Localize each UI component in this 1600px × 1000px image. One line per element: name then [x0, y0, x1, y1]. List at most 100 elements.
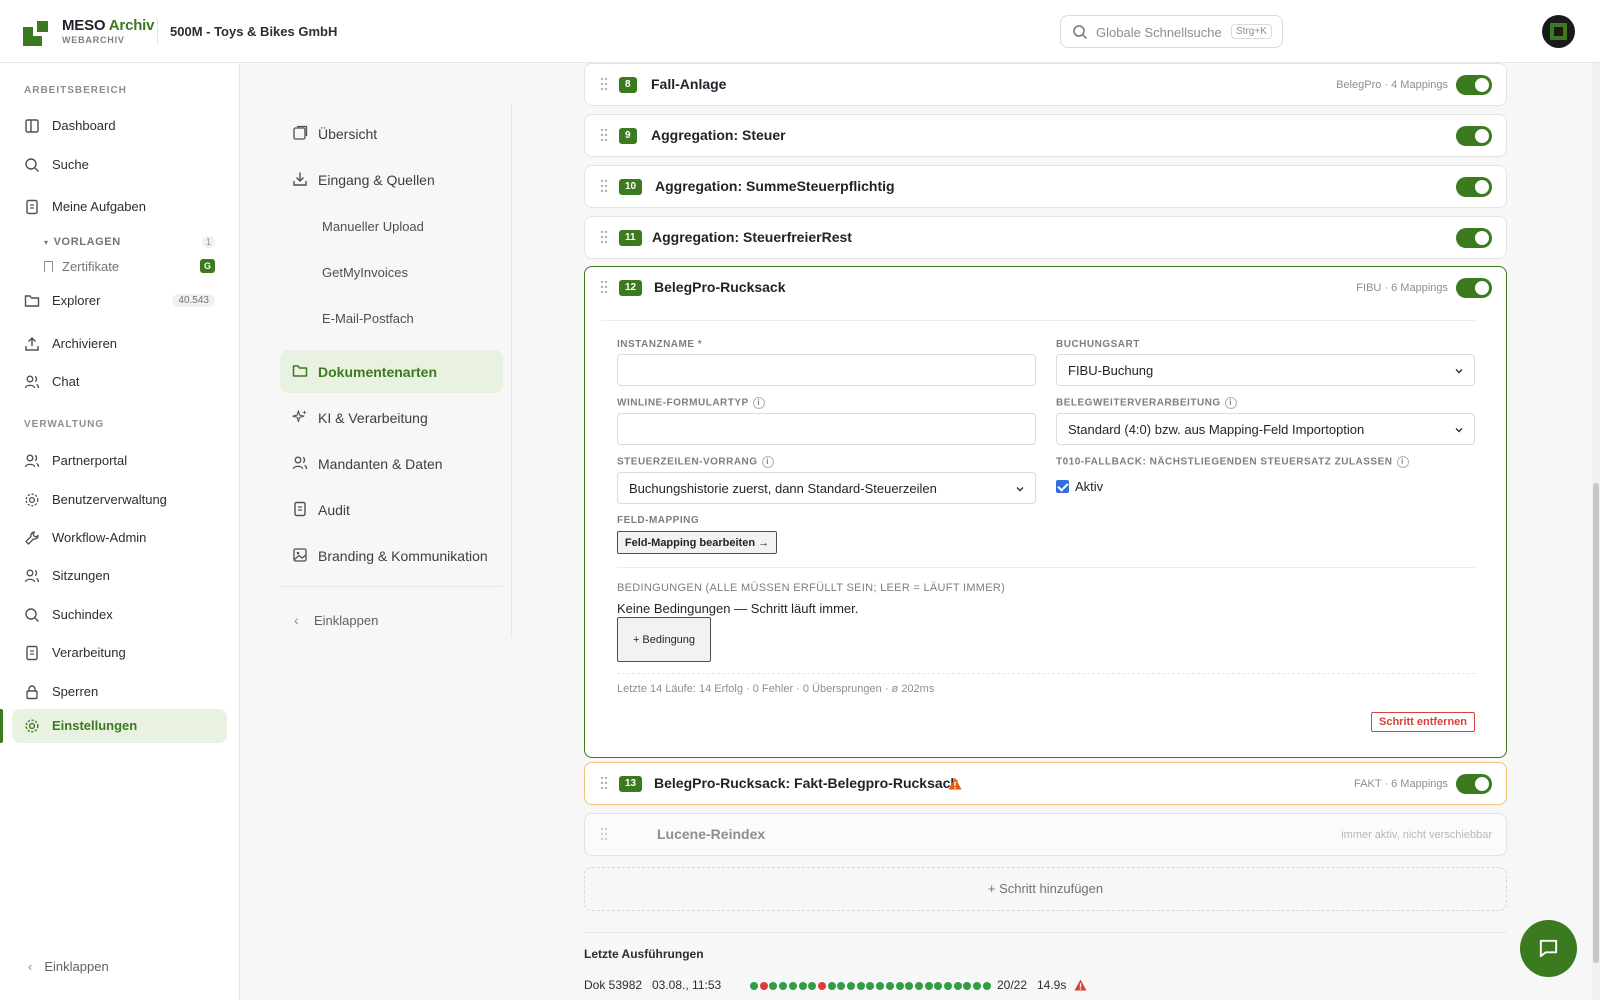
run-status-dot — [808, 982, 817, 990]
add-step-button[interactable]: + Schritt hinzufügen — [584, 867, 1507, 911]
step-enabled-toggle[interactable] — [1456, 228, 1492, 248]
sidebar-item-suche[interactable]: Suche — [12, 148, 227, 182]
step-card[interactable]: 9 Aggregation: Steuer — [584, 114, 1507, 157]
step-title: Fall-Anlage — [651, 76, 727, 92]
sidebar-item-einstellungen[interactable]: Einstellungen — [12, 709, 227, 743]
subnav-item-label: Audit — [318, 502, 350, 518]
subnav-item-email-postfach[interactable]: E-Mail-Postfach — [280, 297, 503, 340]
subnav-item-dokumentenarten[interactable]: Dokumentenarten — [280, 350, 503, 393]
sidebar-item-benutzerverwaltung[interactable]: Benutzerverwaltung — [12, 483, 227, 517]
run-ratio: 20/22 — [997, 978, 1028, 992]
step-card[interactable]: 11 Aggregation: SteuerfreierRest — [584, 216, 1507, 259]
window-icon — [293, 125, 308, 140]
step-enabled-toggle[interactable] — [1456, 774, 1492, 794]
instanzname-field[interactable] — [617, 354, 1036, 386]
fallback-checkbox[interactable] — [1056, 480, 1069, 493]
global-search-input[interactable]: Globale Schnellsuche Strg+K — [1060, 15, 1283, 48]
sidebar-collapse-button[interactable]: ‹ Einklappen — [28, 959, 109, 974]
run-status-dot — [963, 982, 972, 990]
status-badge: G — [200, 259, 215, 273]
winline-label-text: WINLINE-FORMULARTYP — [617, 397, 749, 409]
brand-sub: WEBARCHIV — [62, 35, 125, 45]
fallback-label: T010-FALLBACK: NÄCHSTLIEGENDEN STEUERSAT… — [1056, 456, 1409, 468]
drag-handle-icon[interactable] — [600, 128, 608, 142]
avatar[interactable] — [1542, 15, 1575, 48]
sidebar-item-archivieren[interactable]: Archivieren — [12, 327, 227, 361]
info-icon[interactable]: i — [1224, 397, 1237, 409]
sidebar-item-workflow-admin[interactable]: Workflow-Admin — [12, 521, 227, 555]
run-status-dot — [895, 982, 904, 990]
step-card[interactable]: 10 Aggregation: SummeSteuerpflichtig — [584, 165, 1507, 208]
fallback-label-text: T010-FALLBACK: NÄCHSTLIEGENDEN STEUERSAT… — [1056, 456, 1393, 468]
drag-handle-icon[interactable] — [600, 280, 608, 294]
step-enabled-toggle[interactable] — [1456, 177, 1492, 197]
scrollbar-thumb[interactable] — [1593, 483, 1599, 963]
run-status-dot — [934, 982, 943, 990]
subnav-item-eingang[interactable]: Eingang & Quellen — [280, 158, 503, 201]
sidebar-item-dashboard[interactable]: Dashboard — [12, 109, 227, 143]
subnav-item-uebersicht[interactable]: Übersicht — [280, 112, 503, 155]
drag-handle-icon[interactable] — [600, 77, 608, 91]
subnav-item-mandanten[interactable]: Mandanten & Daten — [280, 442, 503, 485]
step-number: 11 — [619, 230, 642, 246]
subnav-item-manueller-upload[interactable]: Manueller Upload — [280, 205, 503, 248]
chat-fab-button[interactable] — [1520, 920, 1577, 977]
step-enabled-toggle[interactable] — [1456, 278, 1492, 298]
step-card-expanded[interactable]: 12 BelegPro-Rucksack FIBU · 6 Mappings I… — [584, 266, 1507, 758]
sidebar-item-partnerportal[interactable]: Partnerportal — [12, 444, 227, 478]
lock-icon — [26, 685, 38, 700]
sidebar-item-verarbeitung[interactable]: Verarbeitung — [12, 636, 227, 670]
sidebar-item-label: Sitzungen — [52, 568, 110, 583]
run-row[interactable]: Dok 53982 03.08., 11:53 20/22 14.9s — [584, 978, 1507, 996]
sidebar-item-aufgaben[interactable]: Meine Aufgaben — [12, 190, 227, 224]
edit-mapping-button[interactable]: Feld-Mapping bearbeiten → — [617, 531, 777, 554]
subnav-item-getmyinvoices[interactable]: GetMyInvoices — [280, 251, 503, 294]
step-number: 8 — [619, 77, 637, 93]
logo-icon — [23, 17, 52, 46]
step-meta: immer aktiv, nicht verschiebbar — [1341, 829, 1492, 841]
step-card[interactable]: 8 Fall-Anlage BelegPro · 4 Mappings — [584, 63, 1507, 106]
info-icon[interactable]: i — [752, 397, 765, 409]
run-doc: Dok 53982 — [584, 978, 643, 992]
search-icon — [1073, 25, 1088, 40]
run-status-dot — [750, 982, 758, 990]
step-card[interactable]: 13 BelegPro-Rucksack: Fakt-Belegpro-Ruck… — [584, 762, 1507, 805]
drag-handle-icon[interactable] — [600, 776, 608, 790]
divider — [157, 19, 158, 45]
tenant-name[interactable]: 500M - Toys & Bikes GmbH — [170, 24, 337, 39]
winline-field[interactable] — [617, 413, 1036, 445]
sidebar-item-sitzungen[interactable]: Sitzungen — [12, 559, 227, 593]
logo[interactable]: MESO Archiv WEBARCHIV — [62, 17, 154, 45]
sidebar-item-sperren[interactable]: Sperren — [12, 675, 227, 709]
subnav-collapse-button[interactable]: ‹ Einklappen — [280, 599, 503, 642]
collapse-label: Einklappen — [314, 613, 379, 628]
step-enabled-toggle[interactable] — [1456, 75, 1492, 95]
info-icon[interactable]: i — [1396, 456, 1409, 468]
scrollbar[interactable] — [1592, 63, 1600, 1000]
sidebar-item-explorer[interactable]: Explorer 40.543 — [12, 284, 227, 318]
info-icon[interactable]: i — [761, 456, 774, 468]
subnav-item-audit[interactable]: Audit — [280, 488, 503, 531]
add-condition-button[interactable]: + Bedingung — [617, 617, 711, 662]
buchungsart-select[interactable]: FIBU-Buchung — [1056, 354, 1475, 386]
run-status-dot — [817, 982, 826, 990]
drag-handle-icon[interactable] — [600, 230, 608, 244]
subnav-item-ki[interactable]: KI & Verarbeitung — [280, 396, 503, 439]
drag-handle-icon[interactable] — [600, 179, 608, 193]
steuerzeilen-select[interactable]: Buchungshistorie zuerst, dann Standard-S… — [617, 472, 1036, 504]
document-icon — [294, 501, 306, 517]
drag-handle-icon — [600, 827, 608, 841]
instanzname-label: INSTANZNAME * — [617, 339, 703, 350]
subnav-item-branding[interactable]: Branding & Kommunikation — [280, 534, 503, 577]
sidebar-item-zertifikate[interactable]: Zertifikate — [44, 259, 119, 274]
belegweiter-select[interactable]: Standard (4:0) bzw. aus Mapping-Feld Imp… — [1056, 413, 1475, 445]
run-status-dot — [876, 982, 885, 990]
sidebar-item-suchindex[interactable]: Suchindex — [12, 598, 227, 632]
run-status-dot — [847, 982, 855, 990]
templates-section[interactable]: ▾ VORLAGEN — [44, 236, 121, 248]
remove-step-button[interactable]: Schritt entfernen — [1371, 712, 1475, 732]
step-title: BelegPro-Rucksack: Fakt-Belegpro-Rucksac… — [654, 775, 959, 791]
sidebar-item-chat[interactable]: Chat — [12, 365, 227, 399]
step-enabled-toggle[interactable] — [1456, 126, 1492, 146]
folder-icon — [292, 365, 308, 377]
